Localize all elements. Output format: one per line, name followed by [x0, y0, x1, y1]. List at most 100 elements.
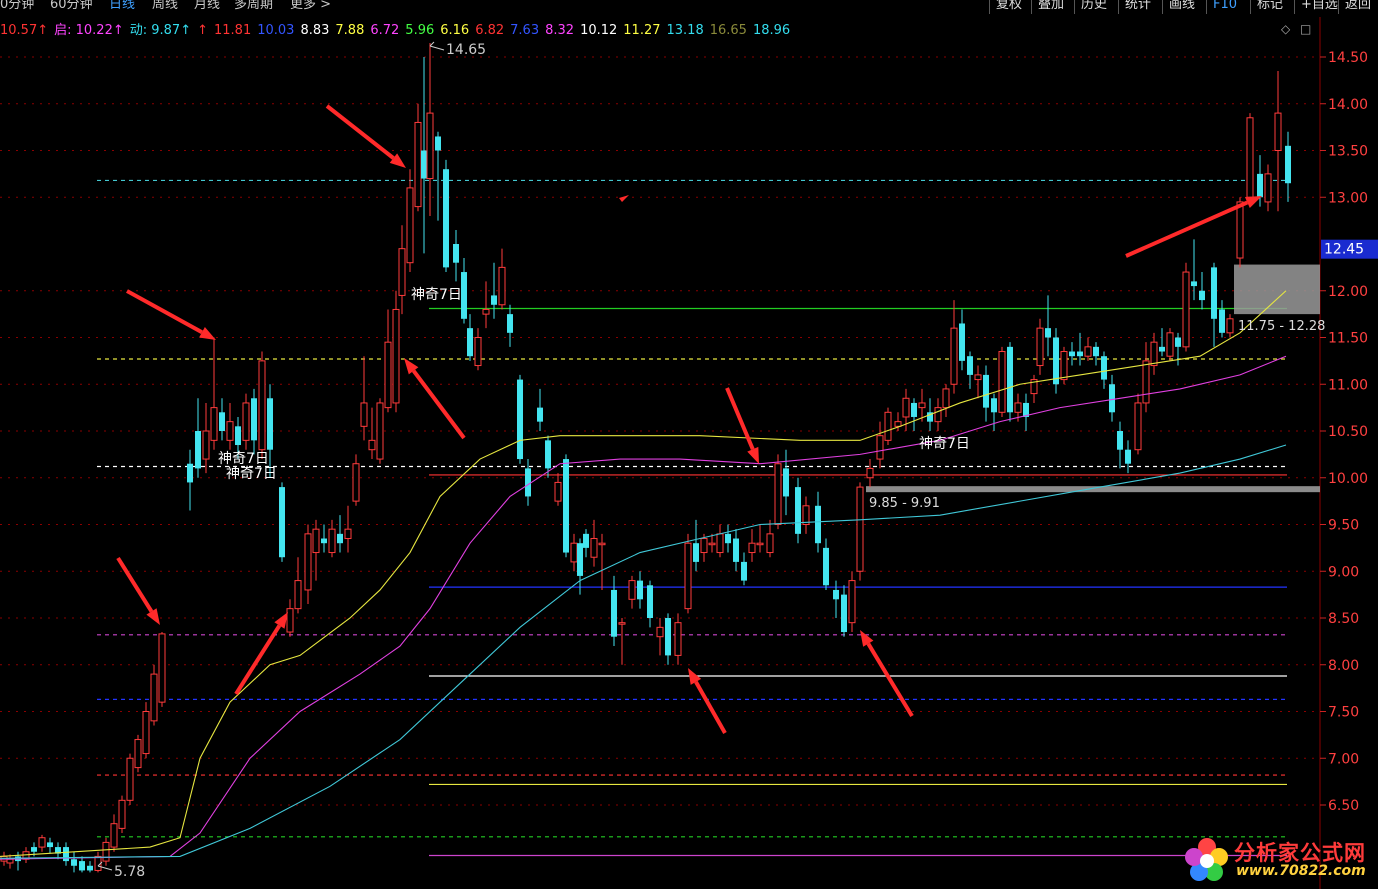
candle-body-up: [110, 823, 118, 848]
candle-body-down: [71, 859, 77, 866]
candle-body-up: [210, 407, 218, 441]
candle-body-down: [87, 865, 93, 871]
price-tick-label: 9.50: [1328, 518, 1359, 534]
candle-body-down: [63, 847, 69, 862]
candle-body-up: [1274, 112, 1282, 151]
candle-body-up: [618, 622, 626, 625]
candle-body-down: [1101, 356, 1107, 380]
moving-average-cyan: [0, 444, 1287, 859]
candle-body-up: [126, 757, 134, 801]
current-price-label: 12.45: [1324, 242, 1364, 258]
candle-body-down: [1077, 351, 1083, 357]
candle-body-up: [894, 421, 902, 427]
candle-body-down: [647, 585, 653, 618]
candle-body-down: [911, 402, 917, 417]
price-tick-label: 8.50: [1328, 611, 1359, 627]
magic7-label: 神奇7日: [226, 465, 277, 482]
candle-body-down: [421, 150, 427, 179]
price-tick-label: 12.00: [1328, 284, 1368, 300]
candle-body-up: [866, 467, 874, 479]
candle-body-up: [1060, 351, 1068, 381]
candle-body-up: [934, 407, 942, 423]
candle-body-down: [435, 136, 441, 151]
candle-body-down: [577, 543, 583, 576]
candle-body-down: [507, 314, 513, 333]
candle-body-up: [1134, 402, 1142, 451]
candle-body-down: [491, 295, 497, 305]
candlestick-chart[interactable]: 14.50 14.00 13.50 13.00 12.00 11.50 11.00 10.50…: [0, 0, 1378, 889]
price-tick-label: 9.00: [1328, 564, 1359, 580]
candle-body-up: [102, 841, 110, 862]
zone-upper-label: 11.75 - 12.28: [1238, 319, 1325, 334]
candle-body-up: [656, 626, 664, 638]
candle-body-down: [267, 398, 273, 450]
candle-body-down: [79, 861, 85, 871]
candle-body-up: [884, 411, 892, 441]
candle-body-down: [195, 431, 201, 469]
candle-body-up: [590, 538, 598, 558]
candle-body-down: [733, 538, 739, 562]
candle-body-down: [1117, 431, 1123, 450]
candle-body-up: [700, 538, 708, 554]
candle-body-down: [665, 618, 671, 656]
candle-body-down: [1045, 328, 1051, 338]
candle-body-up: [226, 421, 234, 441]
candle-body-down: [321, 538, 327, 544]
candle-body-up: [304, 533, 312, 591]
red-arrow-icon: [725, 387, 759, 464]
candle-body-down: [795, 487, 801, 534]
candle-body-up: [1036, 327, 1044, 367]
candle-body-up: [708, 542, 716, 546]
candle-body-down: [833, 589, 839, 600]
candle-body-up: [1150, 341, 1158, 367]
zone-lower: [866, 486, 1320, 493]
candle-body-down: [693, 543, 699, 562]
candle-body-down: [959, 323, 965, 361]
candle-body-down: [31, 847, 37, 852]
zone-lower-label: 9.85 - 9.91: [869, 496, 940, 511]
candle-body-up: [426, 112, 434, 180]
candle-body-up: [684, 542, 692, 610]
red-arrow-icon: [404, 358, 466, 440]
watermark-url: www.70822.com: [1236, 863, 1366, 879]
price-tick-label: 10.50: [1328, 424, 1368, 440]
candle-body-down: [967, 356, 973, 375]
price-tick-label: 14.50: [1328, 50, 1368, 66]
price-tick-label: 6.50: [1328, 798, 1359, 814]
candle-body-up: [474, 337, 482, 367]
candle-body-up: [774, 463, 782, 526]
candle-body-up: [598, 542, 606, 546]
candle-body-down: [725, 533, 731, 544]
candle-body-up: [1264, 173, 1272, 203]
candle-body-up: [1226, 318, 1234, 334]
candle-body-down: [637, 580, 643, 600]
red-arrow-icon: [234, 612, 288, 696]
magic7-label: 神奇7日: [411, 286, 462, 303]
candle-body-up: [398, 248, 406, 296]
candle-body-down: [453, 244, 459, 263]
candle-body-down: [783, 468, 789, 497]
candle-body-down: [563, 459, 569, 553]
candle-body-up: [1142, 360, 1150, 404]
candle-body-up: [570, 542, 578, 563]
candle-body-up: [384, 341, 392, 409]
candle-body-up: [876, 435, 884, 460]
red-arrow-icon: [860, 630, 914, 718]
candle-body-up: [748, 542, 756, 554]
candle-body-up: [902, 397, 910, 418]
candle-body-up: [150, 673, 158, 722]
flower-logo-icon: [1185, 838, 1228, 881]
candle-body-up: [716, 533, 724, 554]
candle-body-up: [344, 528, 352, 540]
candle-body-up: [950, 327, 958, 385]
moving-average-magenta: [0, 355, 1287, 860]
candle-body-down: [47, 842, 53, 848]
candle-body-down: [467, 328, 473, 357]
candle-body-up: [368, 439, 376, 451]
candle-body-up: [1084, 346, 1092, 357]
candle-body-down: [583, 533, 589, 548]
candle-body-up: [628, 580, 636, 600]
high-price-label: 14.65: [446, 42, 486, 58]
candle-body-up: [674, 622, 682, 656]
price-tick-label: 11.00: [1328, 377, 1368, 393]
